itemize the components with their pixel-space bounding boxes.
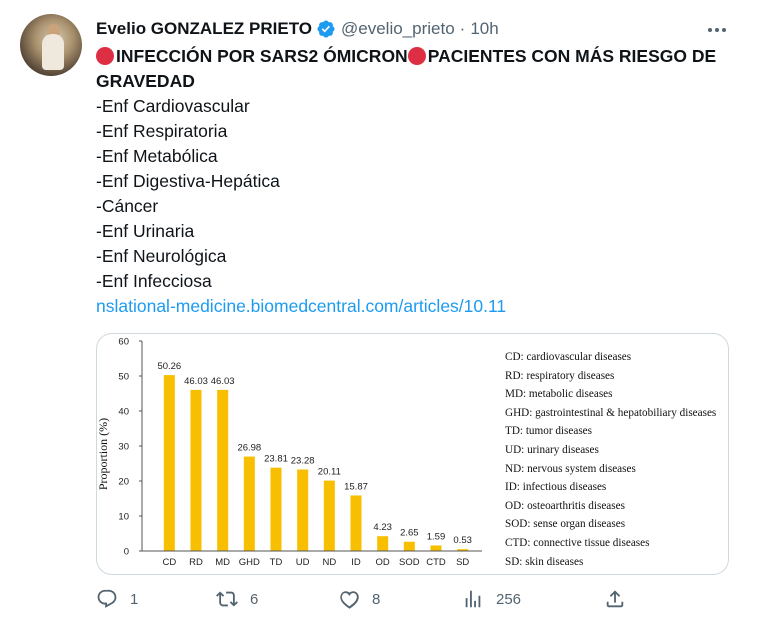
reply-icon <box>97 589 117 608</box>
author-name[interactable]: Evelio GONZALEZ PRIETO <box>96 19 312 39</box>
red-circle-emoji-icon <box>407 47 426 65</box>
tweet-card[interactable]: Evelio GONZALEZ PRIETO @evelio_prieto · … <box>0 0 770 632</box>
risk-list-item: -Enf Digestiva-Hepática <box>96 171 280 191</box>
bar-nd <box>323 480 335 551</box>
x-tick-label: TD <box>270 557 283 568</box>
bar-value-label: 20.11 <box>318 467 341 478</box>
retweet-icon <box>216 591 238 607</box>
tweet-actions: 1 6 8 256 <box>96 588 636 614</box>
y-tick-label: 40 <box>118 407 129 418</box>
legend-item: MD: metabolic diseases <box>505 388 613 401</box>
bar-ghd <box>243 456 255 551</box>
risk-list-item: -Enf Respiratoria <box>96 121 228 141</box>
chart-legend: CD: cardiovascular diseases RD: respirat… <box>505 351 716 574</box>
red-circle-emoji-icon <box>96 47 114 65</box>
chart-image[interactable]: 0 10 20 30 40 50 60 50.26 CD 46.03 RD 46.03 MD 26.98… <box>96 333 729 575</box>
legend-item: TD: tumor diseases <box>505 425 592 438</box>
tweet-header: Evelio GONZALEZ PRIETO @evelio_prieto · … <box>96 18 499 40</box>
bar-od <box>377 536 389 551</box>
y-axis-label: Proportion (%) <box>97 418 110 490</box>
bar-value-label: 0.53 <box>453 535 472 546</box>
x-tick-label: ND <box>322 557 336 568</box>
reply-button[interactable]: 1 <box>96 588 138 610</box>
bar-id <box>350 495 362 551</box>
title-part-1: INFECCIÓN POR SARS2 ÓMICRON <box>116 46 408 66</box>
like-count: 8 <box>372 590 381 608</box>
tweet-title: INFECCIÓN POR SARS2 ÓMICRON PACIENTES CON… <box>96 44 746 94</box>
bar-value-label: 1.59 <box>427 531 446 542</box>
bar-value-label: 2.65 <box>400 528 419 539</box>
x-tick-label: MD <box>215 557 230 568</box>
retweet-button[interactable]: 6 <box>216 588 258 610</box>
y-tick-label: 0 <box>124 547 129 558</box>
bar-value-label: 23.28 <box>291 456 315 467</box>
bar-value-label: 46.03 <box>184 376 208 387</box>
legend-item: GHD: gastrointestinal & hepatobiliary di… <box>505 406 717 419</box>
legend-item: ND: nervous system diseases <box>505 462 636 475</box>
author-avatar[interactable] <box>20 14 82 76</box>
x-tick-label: ID <box>351 557 361 568</box>
verified-badge-icon[interactable] <box>316 19 336 39</box>
x-tick-label: SOD <box>399 557 420 568</box>
risk-list-item: -Enf Metabólica <box>96 146 218 166</box>
share-button[interactable] <box>604 588 638 610</box>
x-tick-label: GHD <box>239 557 260 568</box>
bar-value-label: 46.03 <box>211 376 235 387</box>
x-tick-label: SD <box>456 557 469 568</box>
y-tick-label: 30 <box>118 442 129 453</box>
y-tick-label: 20 <box>118 477 129 488</box>
like-button[interactable]: 8 <box>338 588 380 610</box>
reply-count: 1 <box>130 590 139 608</box>
bar-value-label: 26.98 <box>237 443 261 454</box>
risk-list-item: -Enf Infecciosa <box>96 271 212 291</box>
legend-item: RD: respiratory diseases <box>505 369 615 382</box>
risk-list-item: -Cáncer <box>96 196 159 216</box>
tweet-text: INFECCIÓN POR SARS2 ÓMICRON PACIENTES CON… <box>96 44 746 319</box>
bar-md <box>217 389 229 551</box>
legend-item: UD: urinary diseases <box>505 443 599 456</box>
bar-ud <box>297 469 309 551</box>
legend-item: OD: osteoarthritis diseases <box>505 499 625 512</box>
risk-list-item: -Enf Cardiovascular <box>96 96 250 116</box>
legend-item: SD: skin diseases <box>505 555 584 568</box>
heart-icon <box>340 591 359 609</box>
risk-list: -Enf Cardiovascular -Enf Respiratoria -E… <box>96 94 746 294</box>
risk-list-item: -Enf Neurológica <box>96 246 227 266</box>
views-icon <box>465 590 481 608</box>
legend-item: CD: cardiovascular diseases <box>505 351 632 363</box>
y-tick-label: 10 <box>118 512 129 523</box>
x-tick-label: CD <box>162 557 176 568</box>
x-tick-label: UD <box>296 557 310 568</box>
more-options-icon[interactable] <box>705 18 729 42</box>
article-link[interactable]: nslational-medicine.biomedcentral.com/ar… <box>96 294 746 319</box>
x-tick-label: RD <box>189 557 203 568</box>
bar-value-label: 23.81 <box>264 454 288 465</box>
author-handle[interactable]: @evelio_prieto <box>341 19 455 39</box>
share-icon <box>606 590 624 608</box>
tweet-time[interactable]: 10h <box>470 19 498 39</box>
avatar-figure <box>42 34 64 70</box>
bar-sod <box>403 541 415 551</box>
bar-td <box>270 467 282 551</box>
bar-cd <box>163 375 175 551</box>
legend-item: ID: infectious diseases <box>505 481 607 494</box>
bar-rd <box>190 389 202 551</box>
legend-item: SOD: sense organ diseases <box>505 518 626 531</box>
legend-item: CTD: connective tissue diseases <box>505 536 650 549</box>
separator-dot: · <box>459 19 466 38</box>
bar-value-label: 15.87 <box>344 481 368 492</box>
bar-ctd <box>430 545 442 551</box>
retweet-count: 6 <box>250 590 259 608</box>
bar-chart: 0 10 20 30 40 50 60 50.26 CD 46.03 RD 46.03 MD 26.98… <box>97 337 482 568</box>
bar-value-label: 50.26 <box>157 361 181 372</box>
y-tick-label: 50 <box>118 372 129 383</box>
y-tick-label: 60 <box>118 337 129 348</box>
views-count: 256 <box>496 590 522 608</box>
risk-list-item: -Enf Urinaria <box>96 221 195 241</box>
x-tick-label: CTD <box>426 557 446 568</box>
views-button[interactable]: 256 <box>462 588 521 610</box>
x-tick-label: OD <box>376 557 390 568</box>
bar-value-label: 4.23 <box>373 522 392 533</box>
